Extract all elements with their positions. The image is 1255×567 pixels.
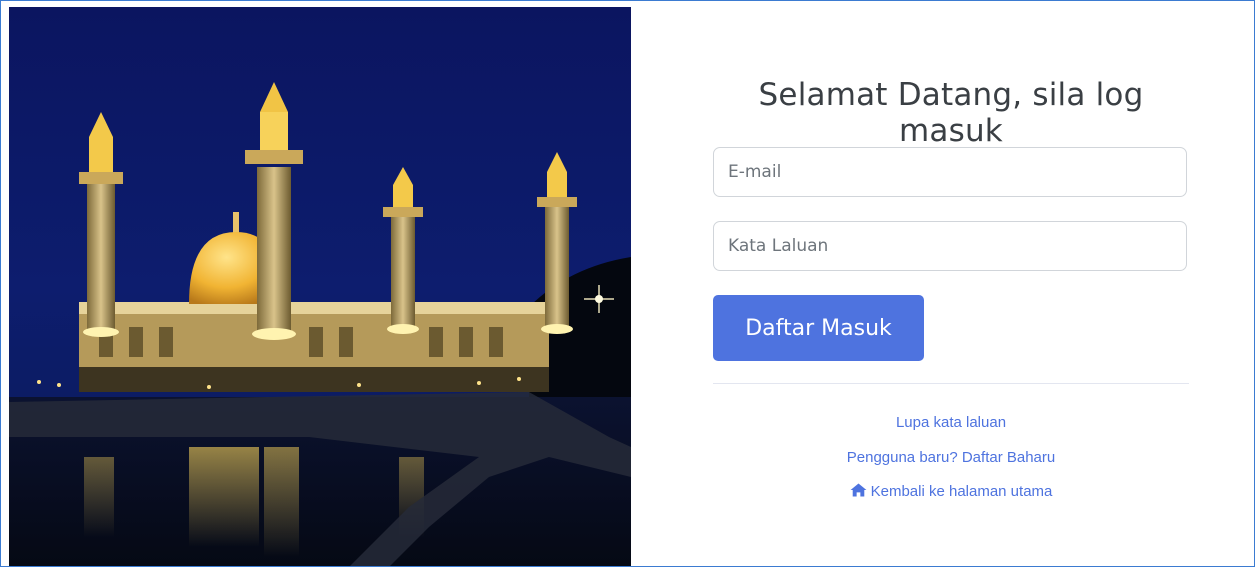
page-frame: Selamat Datang, sila log masuk Daftar Ma… xyxy=(0,0,1255,567)
login-panel: Selamat Datang, sila log masuk Daftar Ma… xyxy=(631,1,1254,566)
email-input[interactable] xyxy=(713,147,1187,197)
divider xyxy=(713,383,1189,384)
password-input[interactable] xyxy=(713,221,1187,271)
register-link[interactable]: Pengguna baru? Daftar Baharu xyxy=(713,449,1189,466)
mosque-illustration xyxy=(9,7,631,566)
home-link-label: Kembali ke halaman utama xyxy=(870,483,1053,500)
forgot-password-link[interactable]: Lupa kata laluan xyxy=(713,414,1189,431)
mosque-night-photo xyxy=(9,7,631,566)
login-button[interactable]: Daftar Masuk xyxy=(713,295,924,361)
page-title: Selamat Datang, sila log masuk xyxy=(758,77,1144,149)
home-icon xyxy=(850,483,867,497)
home-link[interactable]: Kembali ke halaman utama xyxy=(713,483,1189,500)
